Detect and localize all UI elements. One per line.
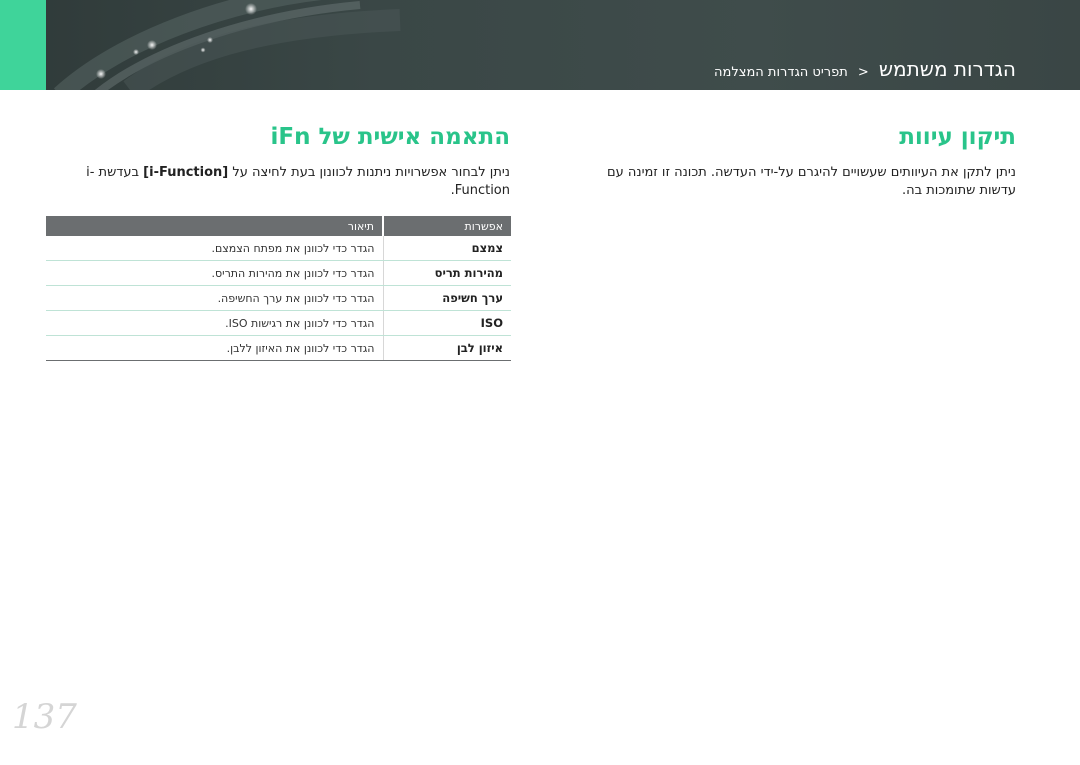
table-row: ערך חשיפה הגדר כדי לכוונן את ערך החשיפה. [46,285,511,311]
option-cell: מהירות תריס [382,260,511,286]
breadcrumb-separator: < [857,65,869,80]
page-header: הגדרות משתמש < תפריט הגדרות המצלמה [0,0,1080,90]
paragraph-text-start: ניתן לבחור אפשרויות ניתנות לכוונון בעת ל… [232,165,510,180]
table-row: מהירות תריס הגדר כדי לכוונן את מהירות הת… [46,260,511,286]
page-number: 137 [12,697,77,737]
ifn-customization-paragraph: ניתן לבחור אפשרויות ניתנות לכוונון בעת ל… [70,164,510,200]
description-cell: הגדר כדי לכוונן את מפתח הצמצם. [46,236,383,261]
ifn-options-table: אפשרות תיאור צמצם הגדר כדי לכוונן את מפת… [46,216,511,361]
i-function-button-label: [i-Function] [143,165,229,180]
description-cell: הגדר כדי לכוונן את ערך החשיפה. [46,285,383,311]
breadcrumb-parent: תפריט הגדרות המצלמה [714,65,848,80]
option-cell: ערך חשיפה [382,285,511,311]
description-column-header: תיאור [46,216,383,236]
table-row: איזון לבן הגדר כדי לכוונן את האיזון ללבן… [46,335,511,361]
table-header-row: אפשרות תיאור [46,216,511,236]
breadcrumb: הגדרות משתמש < תפריט הגדרות המצלמה [714,57,1016,81]
description-cell: הגדר כדי לכוונן את מהירות התריס. [46,260,383,286]
description-cell: הגדר כדי לכוונן את רגישות ISO. [46,310,383,336]
table-row: צמצם הגדר כדי לכוונן את מפתח הצמצם. [46,236,511,261]
option-column-header: אפשרות [382,216,511,236]
ifn-customization-title: התאמה אישית של iFn [270,124,510,150]
description-cell: הגדר כדי לכוונן את האיזון ללבן. [46,335,383,361]
option-cell: איזון לבן [382,335,511,361]
option-cell: ISO [382,310,511,336]
distortion-correction-paragraph: ניתן לתקן את העיוותים שעשויים להיגרם על-… [606,165,1016,198]
breadcrumb-current: הגדרות משתמש [878,57,1016,81]
option-cell: צמצם [382,236,511,261]
table-row: ISO הגדר כדי לכוונן את רגישות ISO. [46,310,511,336]
distortion-correction-title: תיקון עיוות [899,124,1016,150]
